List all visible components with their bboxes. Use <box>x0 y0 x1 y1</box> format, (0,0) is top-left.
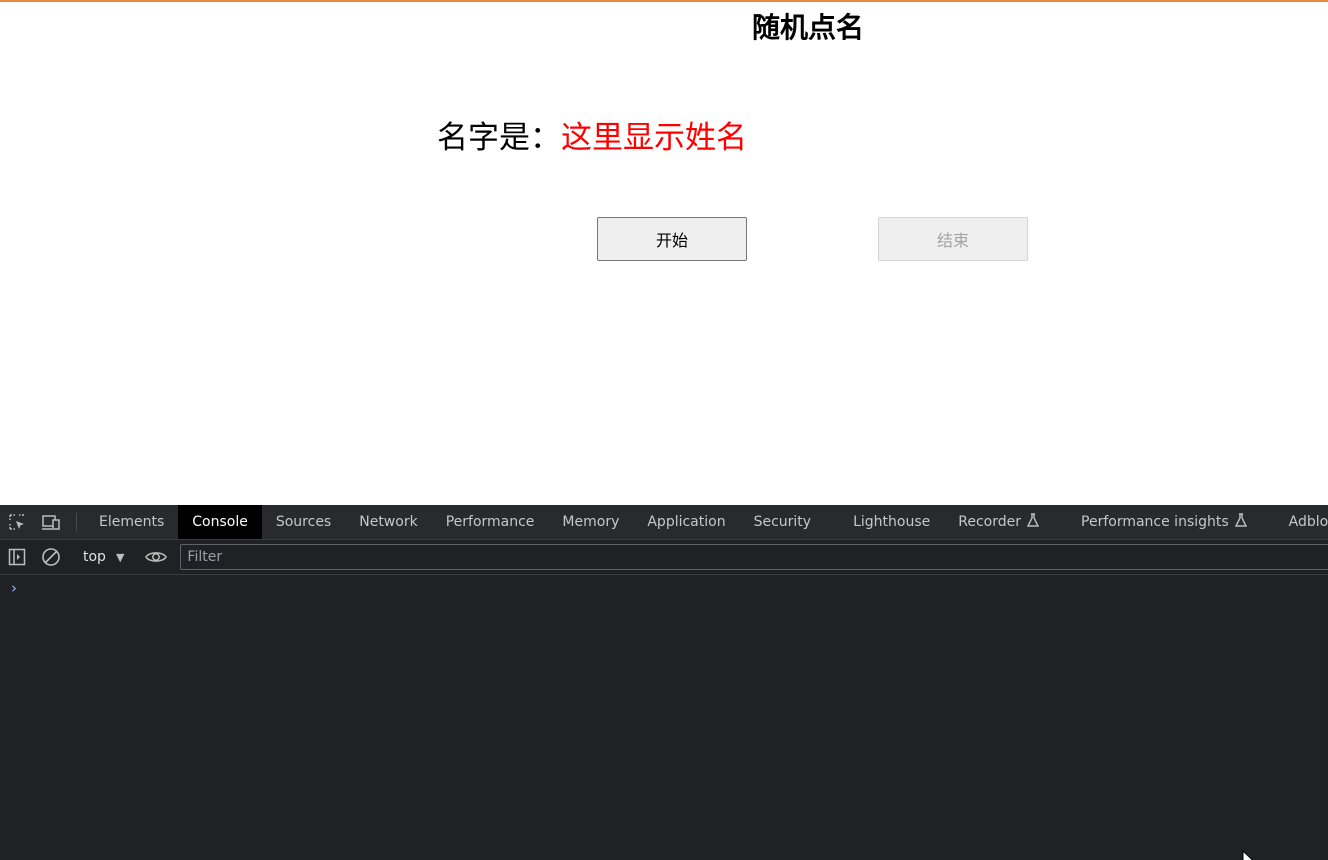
context-selector-value: top <box>83 549 106 565</box>
page-title: 随机点名 <box>752 11 865 44</box>
dropdown-caret-icon: ▼ <box>115 550 125 564</box>
tab-performance-insights-label: Performance insights <box>1081 514 1229 530</box>
context-selector[interactable]: top ▼ <box>73 549 130 565</box>
tab-console[interactable]: Console <box>178 505 262 539</box>
tab-memory[interactable]: Memory <box>548 505 633 539</box>
mouse-cursor-icon <box>1242 849 1256 860</box>
tab-application[interactable]: Application <box>633 505 739 539</box>
tab-sources[interactable]: Sources <box>262 505 345 539</box>
tab-performance-insights[interactable]: Performance insights <box>1067 505 1275 539</box>
tab-recorder[interactable]: Recorder <box>944 505 1067 539</box>
experimental-flask-icon <box>1026 513 1040 531</box>
devtools-panel: Elements Console Sources Network Perform… <box>0 505 1328 860</box>
tab-lighthouse[interactable]: Lighthouse <box>839 505 944 539</box>
name-value: 这里显示姓名 <box>561 120 747 156</box>
console-toolbar: top ▼ <box>0 540 1328 575</box>
tab-network[interactable]: Network <box>345 505 431 539</box>
tab-security[interactable]: Security <box>740 505 840 539</box>
end-button: 结束 <box>878 217 1028 261</box>
name-label: 名字是： <box>437 120 561 156</box>
console-output[interactable]: › <box>0 575 1328 860</box>
web-page: 随机点名 名字是：这里显示姓名 开始 结束 <box>0 0 1328 505</box>
console-filter-input[interactable] <box>180 544 1328 570</box>
devtools-tab-bar: Elements Console Sources Network Perform… <box>0 505 1328 540</box>
tab-elements[interactable]: Elements <box>85 505 178 539</box>
name-line: 名字是：这里显示姓名 <box>437 112 747 157</box>
inspect-element-icon[interactable] <box>0 505 34 539</box>
toolbar-divider <box>76 513 77 531</box>
console-prompt-icon: › <box>11 579 17 597</box>
start-button[interactable]: 开始 <box>597 217 747 261</box>
live-expression-eye-icon[interactable] <box>139 549 173 565</box>
clear-console-icon[interactable] <box>34 547 68 567</box>
experimental-flask-icon <box>1234 513 1247 531</box>
sidebar-toggle-icon[interactable] <box>0 548 34 566</box>
device-toolbar-icon[interactable] <box>34 505 68 539</box>
tab-recorder-label: Recorder <box>958 514 1022 530</box>
tab-performance[interactable]: Performance <box>432 505 549 539</box>
tab-adblock[interactable]: Adblock Plu <box>1275 505 1328 539</box>
